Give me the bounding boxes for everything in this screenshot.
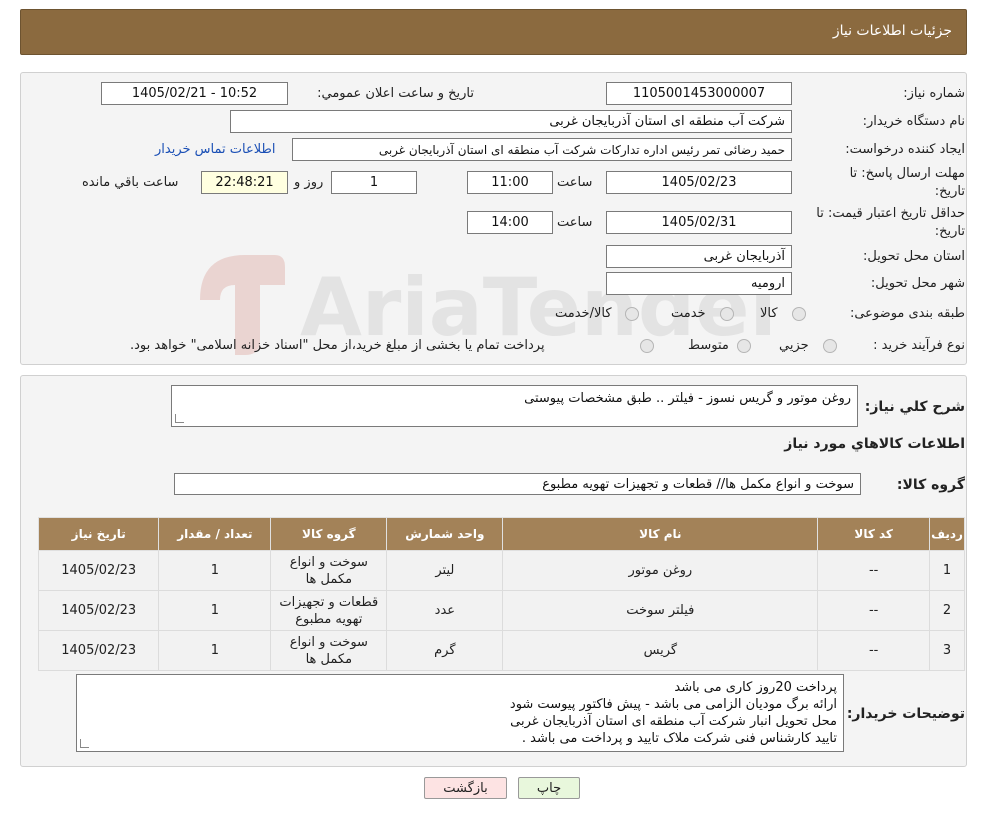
need-number-field: 1105001453000007 xyxy=(606,82,792,105)
col-name: نام کالا xyxy=(502,517,819,551)
table-row: 3 -- گریس گرم سوخت و انواع مکمل ها 1 140… xyxy=(37,630,965,671)
resize-handle-icon[interactable] xyxy=(80,739,89,748)
buyer-notes-line: محل تحویل انبار شرکت آب منطقه ای استان آ… xyxy=(510,714,837,729)
col-qty: تعداد / مقدار xyxy=(158,517,272,551)
cell-group: سوخت و انواع مکمل ها xyxy=(270,550,388,591)
validity-label-2: تاريخ: xyxy=(934,224,965,239)
requester-label: ایجاد کننده درخواست: xyxy=(845,142,965,157)
cell-unit: لیتر xyxy=(386,550,504,591)
process-label: نوع فرآيند خريد : xyxy=(873,338,965,353)
print-button[interactable]: چاپ xyxy=(518,777,580,799)
buyer-notes-line: پرداخت 20روز کاری می باشد xyxy=(674,680,837,695)
category-goods-service-label: کالا/خدمت xyxy=(555,306,612,321)
buyer-notes-line: ارائه برگ مودیان الزامی می باشد - پیش فا… xyxy=(509,697,837,712)
col-unit: واحد شمارش xyxy=(386,517,504,551)
days-field: 1 xyxy=(331,171,417,194)
table-row: 1 -- روغن موتور لیتر سوخت و انواع مکمل ه… xyxy=(37,550,965,591)
city-label: شهر محل تحویل: xyxy=(870,276,965,291)
deadline-time-field: 11:00 xyxy=(467,171,553,194)
contact-info-link[interactable]: اطلاعات تماس خريدار xyxy=(155,142,275,157)
buyer-notes-line: تایید کارشناس فنی شرکت ملاک تایید و پردا… xyxy=(521,731,837,746)
cell-group: قطعات و تجهیزات تهویه مطبوع xyxy=(270,590,388,631)
remaining-time-field: 22:48:21 xyxy=(201,171,288,194)
validity-label: حداقل تاريخ اعتبار قيمت: تا xyxy=(816,206,965,221)
deadline-time-label: ساعت xyxy=(557,175,593,190)
deadline-date-field: 1405/02/23 xyxy=(606,171,792,194)
cell-code: -- xyxy=(817,590,931,631)
cell-name: فیلتر سوخت xyxy=(502,590,819,631)
process-medium-label: متوسط xyxy=(688,338,729,353)
buyer-org-field: شرکت آب منطقه ای استان آذربایجان غربی xyxy=(230,110,792,133)
cell-name: روغن موتور xyxy=(502,550,819,591)
cell-date: 1405/02/23 xyxy=(37,550,160,591)
cell-unit: گرم xyxy=(386,630,504,671)
cell-name: گریس xyxy=(502,630,819,671)
cell-row: 2 xyxy=(929,590,965,631)
page-title: جزئیات اطلاعات نیاز xyxy=(832,23,952,39)
category-service-label: خدمت xyxy=(671,306,706,321)
page-header: جزئیات اطلاعات نیاز xyxy=(20,9,967,55)
description-textarea[interactable]: روغن موتور و گریس نسوز - فیلتر .. طبق مش… xyxy=(171,385,858,427)
province-label: استان محل تحویل: xyxy=(863,249,965,264)
table-row: 2 -- فیلتر سوخت عدد قطعات و تجهیزات تهوی… xyxy=(37,590,965,631)
process-medium-radio[interactable] xyxy=(737,339,751,353)
resize-handle-icon[interactable] xyxy=(175,414,184,423)
need-number-label: شماره نیاز: xyxy=(903,86,965,101)
city-field: ارومیه xyxy=(606,272,792,295)
category-goods-service-radio[interactable] xyxy=(625,307,639,321)
deadline-label-2: تاريخ: xyxy=(934,184,965,199)
cell-code: -- xyxy=(817,630,931,671)
cell-date: 1405/02/23 xyxy=(37,590,160,631)
remaining-label: ساعت باقي مانده xyxy=(82,175,179,190)
cell-unit: عدد xyxy=(386,590,504,631)
validity-time-field: 14:00 xyxy=(467,211,553,234)
back-button[interactable]: بازگشت xyxy=(424,777,507,799)
cell-code: -- xyxy=(817,550,931,591)
announce-label: تاریخ و ساعت اعلان عمومي: xyxy=(317,86,474,101)
category-goods-radio[interactable] xyxy=(792,307,806,321)
cell-row: 3 xyxy=(929,630,965,671)
process-note: پرداخت تمام یا بخشی از مبلغ خرید،از محل … xyxy=(130,338,545,353)
category-label: طبقه بندی موضوعی: xyxy=(849,306,965,321)
description-label: شرح کلي نياز: xyxy=(864,399,965,415)
goods-table: رديف کد کالا نام کالا واحد شمارش گروه کا… xyxy=(37,517,965,671)
col-row: رديف xyxy=(929,517,965,551)
province-field: آذربایجان غربی xyxy=(606,245,792,268)
col-code: کد کالا xyxy=(817,517,931,551)
table-header-row: رديف کد کالا نام کالا واحد شمارش گروه کا… xyxy=(37,517,965,551)
buyer-org-label: نام دستگاه خريدار: xyxy=(862,114,965,129)
description-text: روغن موتور و گریس نسوز - فیلتر .. طبق مش… xyxy=(524,391,851,406)
col-group: گروه کالا xyxy=(270,517,388,551)
requester-field: حمید رضائی تمر رئیس اداره تدارکات شرکت آ… xyxy=(292,138,792,161)
cell-row: 1 xyxy=(929,550,965,591)
cell-date: 1405/02/23 xyxy=(37,630,160,671)
goods-group-label: گروه کالا: xyxy=(896,477,965,493)
goods-section-title: اطلاعات کالاهاي مورد نياز xyxy=(784,436,965,452)
col-date: تاريخ نياز xyxy=(37,517,160,551)
buyer-notes-textarea[interactable]: پرداخت 20روز کاری می باشد ارائه برگ مودی… xyxy=(76,674,844,752)
process-treasury-checkbox[interactable] xyxy=(640,339,654,353)
cell-qty: 1 xyxy=(158,590,272,631)
deadline-label: مهلت ارسال پاسخ: تا xyxy=(849,166,965,181)
cell-qty: 1 xyxy=(158,550,272,591)
cell-group: سوخت و انواع مکمل ها xyxy=(270,630,388,671)
process-partial-label: جزيي xyxy=(779,338,809,353)
process-partial-radio[interactable] xyxy=(823,339,837,353)
validity-date-field: 1405/02/31 xyxy=(606,211,792,234)
announce-field: 1405/02/21 - 10:52 xyxy=(101,82,288,105)
validity-time-label: ساعت xyxy=(557,215,593,230)
cell-qty: 1 xyxy=(158,630,272,671)
days-label: روز و xyxy=(294,175,324,190)
buyer-notes-label: توضیحات خریدار: xyxy=(846,706,965,722)
category-goods-label: کالا xyxy=(760,306,778,321)
category-service-radio[interactable] xyxy=(720,307,734,321)
goods-group-field: سوخت و انواع مکمل ها// قطعات و تجهیزات ت… xyxy=(174,473,861,495)
